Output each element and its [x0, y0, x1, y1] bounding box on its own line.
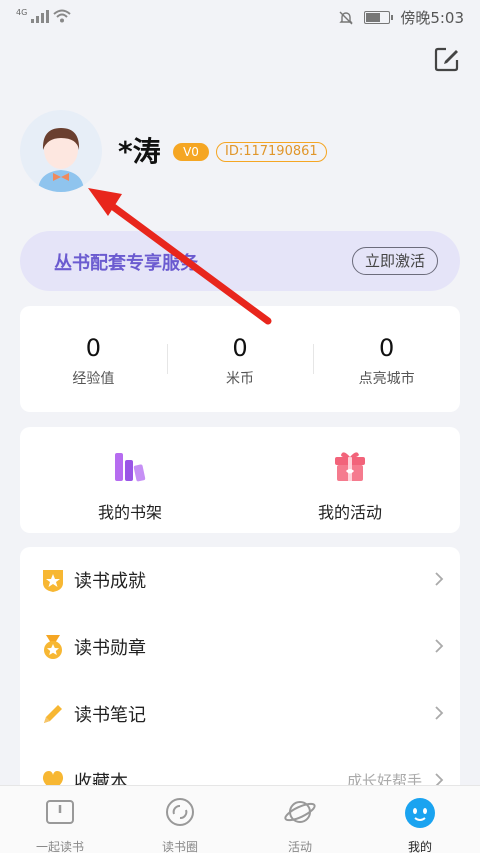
shortcut-activities[interactable]: 我的活动 — [240, 427, 460, 533]
tab-label: 活动 — [287, 840, 312, 853]
mascot-icon — [405, 798, 435, 828]
bookshelf-icon — [115, 453, 146, 482]
level-badge: V0 — [173, 143, 209, 161]
menu-item-notes[interactable]: 读书笔记 — [20, 681, 460, 748]
planet-icon — [284, 801, 316, 823]
menu-item-achievements[interactable]: 读书成就 — [20, 547, 460, 614]
stat-value: 0 — [379, 334, 395, 362]
username: *涛 — [118, 135, 161, 168]
stats-card: 0 经验值 0 米币 0 点亮城市 — [20, 306, 460, 412]
shortcut-label: 我的书架 — [97, 503, 162, 522]
shield-star-icon — [43, 570, 63, 592]
stat-value: 0 — [232, 334, 248, 362]
stat-coins[interactable]: 0 米币 — [166, 306, 314, 412]
menu-item-medals[interactable]: 读书勋章 — [20, 614, 460, 681]
bottom-tab-bar: 一起读书 读书圈 活动 我的 — [0, 785, 480, 853]
stat-label: 经验值 — [72, 371, 115, 387]
stat-value: 0 — [85, 334, 101, 362]
activate-button[interactable]: 立即激活 — [351, 247, 438, 275]
chevron-right-icon — [435, 706, 444, 720]
chevron-right-icon — [435, 639, 444, 653]
book-icon — [46, 800, 74, 824]
status-bar: 4G 傍晚5:03 — [0, 0, 480, 34]
shortcut-label: 我的活动 — [317, 503, 382, 522]
tab-reading-circle[interactable]: 读书圈 — [120, 786, 240, 853]
shortcuts-card: 我的书架 我的活动 — [20, 427, 460, 533]
tab-activities[interactable]: 活动 — [240, 786, 360, 853]
tab-label: 一起读书 — [35, 840, 84, 853]
signal-icon — [31, 10, 50, 23]
menu-item-label: 读书勋章 — [74, 638, 146, 659]
menu-item-label: 读书成就 — [74, 571, 146, 592]
tab-read-together[interactable]: 一起读书 — [0, 786, 120, 853]
battery-icon — [364, 11, 394, 24]
shortcut-bookshelf[interactable]: 我的书架 — [20, 427, 240, 533]
stat-label: 点亮城市 — [358, 371, 415, 387]
mute-bell-icon — [339, 11, 354, 24]
chevron-right-icon — [435, 572, 444, 586]
tab-label: 我的 — [407, 840, 432, 853]
gift-icon — [335, 452, 365, 481]
wifi-icon — [53, 9, 71, 23]
promo-text: 丛书配套专享服务 — [54, 253, 198, 274]
stat-label: 米币 — [226, 371, 254, 387]
stat-experience[interactable]: 0 经验值 — [20, 306, 167, 412]
stat-cities[interactable]: 0 点亮城市 — [313, 306, 460, 412]
promo-banner: 丛书配套专享服务 立即激活 — [20, 231, 460, 291]
tab-label: 读书圈 — [161, 840, 198, 853]
tab-mine[interactable]: 我的 — [360, 786, 480, 853]
menu-list: 读书成就 读书勋章 读书笔记 收藏本 成长好帮手 — [20, 547, 460, 807]
circle-icon — [166, 798, 194, 826]
user-id-badge: ID:117190861 — [216, 142, 327, 162]
pencil-icon — [44, 705, 62, 723]
network-type: 4G — [16, 8, 28, 17]
clock: 傍晚5:03 — [400, 9, 464, 27]
avatar[interactable] — [20, 110, 102, 192]
medal-icon — [44, 635, 62, 659]
edit-icon[interactable] — [432, 44, 462, 74]
menu-item-label: 读书笔记 — [74, 705, 146, 726]
